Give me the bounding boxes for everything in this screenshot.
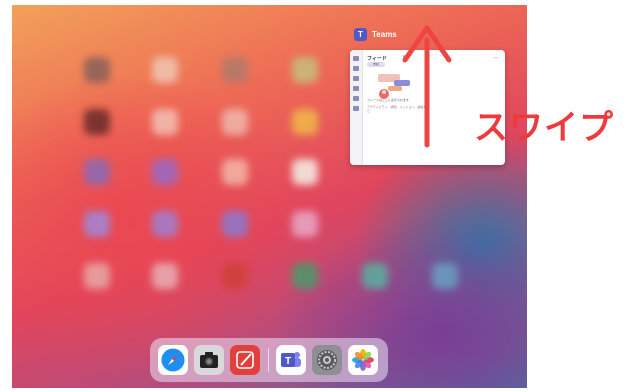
dock: T [150,338,388,382]
blurred-app-icon [152,159,178,185]
swipe-up-arrow-icon [402,25,452,148]
blurred-app-icon [152,109,178,135]
blurred-app-icon [152,263,178,289]
teams-glyph: T [285,356,291,367]
blurred-app-icon [432,263,458,289]
blurred-app-icon [292,57,318,83]
sidebar-calendar-icon [353,86,359,91]
blurred-app-icon [292,263,318,289]
more-icon: … [493,53,499,60]
card-title: フィード [367,56,387,62]
blurred-app-icon [152,211,178,237]
blurred-app-icon [362,263,388,289]
blurred-app-icon [292,159,318,185]
blurred-app-icon [222,109,248,135]
safari-icon[interactable] [158,345,188,375]
blurred-app-icon [222,263,248,289]
blurred-app-icon [222,57,248,83]
blurred-app-icon [292,211,318,237]
sidebar-calls-icon [353,96,359,101]
dock-divider [268,348,269,372]
sidebar-more-icon [353,106,359,111]
camera-icon[interactable] [194,345,224,375]
blurred-app-icon [84,159,110,185]
notes-pen-icon[interactable] [230,345,260,375]
blurred-app-icon [222,211,248,237]
settings-icon[interactable] [312,345,342,375]
blurred-app-icon [84,109,110,135]
app-name-label: Teams [372,30,397,39]
blurred-app-icon [292,109,318,135]
blurred-app-icon [222,159,248,185]
photos-icon[interactable] [348,345,378,375]
swipe-label: スワイプ [474,108,614,148]
teams-icon[interactable]: T [276,345,306,375]
teams-icon: T [354,28,367,41]
card-sidebar [350,50,363,165]
sidebar-chat-icon [353,66,359,71]
blurred-app-icon [84,57,110,83]
sidebar-activity-icon [353,56,359,61]
app-switcher-label[interactable]: T Teams [354,28,397,41]
blurred-app-icon [84,263,110,289]
blurred-app-icon [152,57,178,83]
blurred-app-icon [84,211,110,237]
filter-chip: 未読 [367,62,385,67]
sidebar-teams-icon [353,76,359,81]
